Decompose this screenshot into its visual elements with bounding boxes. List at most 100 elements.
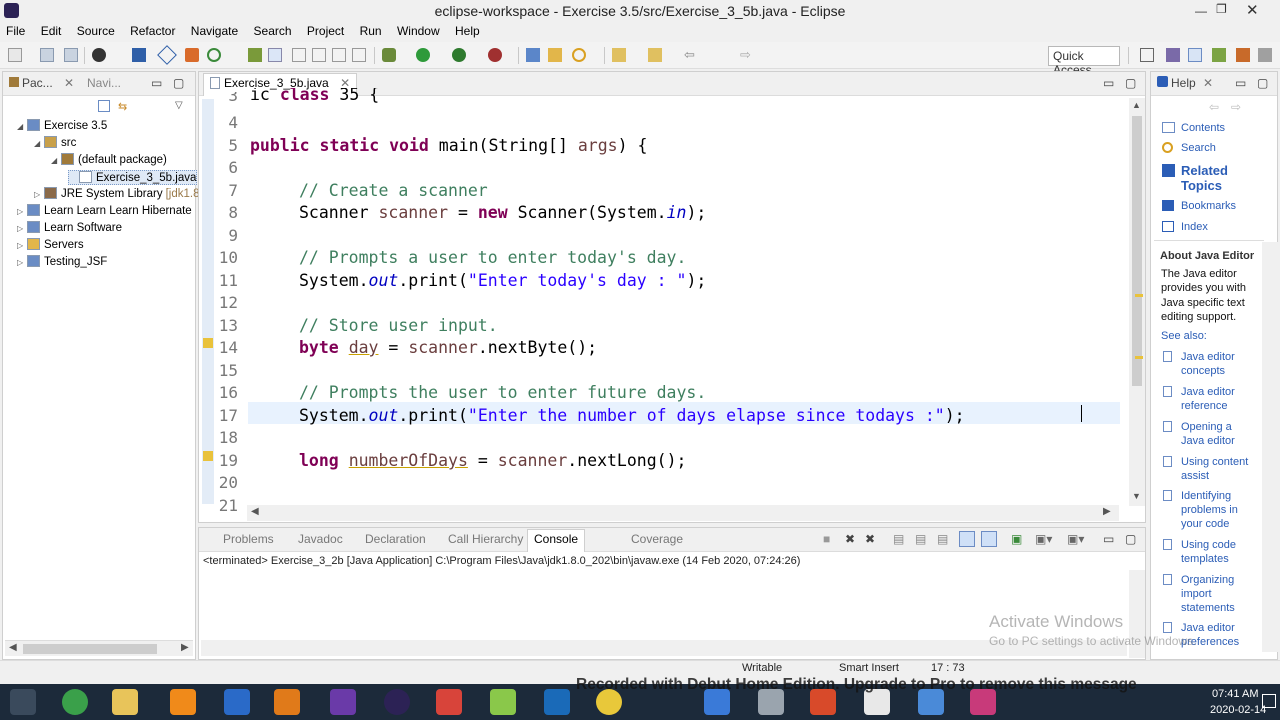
scroll-thumb[interactable] xyxy=(23,644,157,654)
word-wrap-icon[interactable] xyxy=(332,48,346,62)
menu-file[interactable]: File xyxy=(0,22,31,38)
network-icon[interactable] xyxy=(544,689,570,715)
external-tools-icon[interactable] xyxy=(488,48,502,62)
start-icon[interactable] xyxy=(10,689,36,715)
tree-item[interactable]: ▷ Learn Learn Learn Hibernate xyxy=(17,204,192,217)
word-wrap-console-icon[interactable]: ▤ xyxy=(937,532,948,546)
maximize-icon[interactable]: ▢ xyxy=(1257,76,1268,90)
java-perspective-icon[interactable] xyxy=(1188,48,1202,62)
back-icon[interactable]: ⇦ xyxy=(684,48,698,62)
help-see-also-link[interactable]: Java editor concepts xyxy=(1181,350,1257,378)
debug-run-icon[interactable] xyxy=(382,48,396,62)
show-stderr-icon[interactable] xyxy=(981,531,997,547)
tree-item[interactable]: ◢ Exercise 3.5 xyxy=(17,119,107,132)
vertical-scrollbar[interactable] xyxy=(1262,242,1278,652)
java-ee-perspective-icon[interactable] xyxy=(1166,48,1180,62)
menu-edit[interactable]: Edit xyxy=(35,22,68,38)
tree-item[interactable]: ◢ (default package) xyxy=(51,153,167,166)
code-line[interactable]: public static void main(String[] args) { xyxy=(250,135,647,158)
chevron-right-icon[interactable]: ▷ xyxy=(17,258,27,267)
close-icon[interactable]: ✕ xyxy=(64,76,74,90)
clear-console-icon[interactable]: ▤ xyxy=(893,532,904,546)
skip-breakpoints-icon[interactable] xyxy=(157,45,177,65)
horizontal-scrollbar[interactable]: ◀ ▶ xyxy=(247,505,1119,521)
tab-call-hierarchy[interactable]: Call Hierarchy xyxy=(448,532,523,546)
minimize-icon[interactable]: ▭ xyxy=(151,76,162,90)
quick-access-input[interactable]: Quick Access xyxy=(1048,46,1120,77)
notes-icon[interactable] xyxy=(224,689,250,715)
tree-item[interactable]: ◢ src xyxy=(34,136,76,149)
close-icon[interactable]: ✕ xyxy=(1203,76,1213,90)
code-line[interactable]: Scanner scanner = new Scanner(System.in)… xyxy=(299,202,706,225)
code-line[interactable]: // Prompts the user to enter future days… xyxy=(299,382,706,405)
menu-project[interactable]: Project xyxy=(301,22,350,38)
new-server-icon[interactable] xyxy=(526,48,540,62)
forward-icon[interactable]: ⇨ xyxy=(740,48,754,62)
maximize-icon[interactable]: ▢ xyxy=(173,76,184,90)
media-player-icon[interactable] xyxy=(274,689,300,715)
help-link-bookmarks[interactable]: Bookmarks xyxy=(1181,199,1236,213)
tree-item[interactable]: ▷ Learn Software xyxy=(17,221,122,234)
scroll-right-icon[interactable]: ▶ xyxy=(1103,506,1111,517)
chevron-right-icon[interactable]: ▷ xyxy=(17,207,27,216)
tab-help[interactable]: Help ✕ xyxy=(1157,76,1213,90)
tree-item[interactable]: ▷ JRE System Library [jdk1.8.0 xyxy=(34,187,209,200)
debug-icon[interactable] xyxy=(92,48,106,62)
help-link-related-topics[interactable]: Related Topics xyxy=(1181,163,1241,193)
notification-icon[interactable] xyxy=(1262,694,1276,708)
tab-navigator[interactable]: Navi... xyxy=(87,76,121,90)
file-explorer-icon[interactable] xyxy=(112,689,138,715)
help-see-also-link[interactable]: Opening a Java editor xyxy=(1181,420,1257,448)
minimize-icon[interactable]: ▭ xyxy=(1235,76,1246,90)
collapse-all-icon[interactable] xyxy=(98,100,110,112)
tree-item[interactable]: ▷ Servers xyxy=(17,238,84,251)
menu-run[interactable]: Run xyxy=(354,22,388,38)
tab-javadoc[interactable]: Javadoc xyxy=(298,532,343,546)
menu-source[interactable]: Source xyxy=(71,22,121,38)
close-icon[interactable]: ✕ xyxy=(1246,1,1266,19)
mark-occurrences-icon[interactable] xyxy=(268,48,282,62)
scroll-right-icon[interactable]: ▶ xyxy=(181,642,189,653)
code-line[interactable]: byte day = scanner.nextByte(); xyxy=(299,337,597,360)
code-line[interactable]: // Store user input. xyxy=(299,315,498,338)
forward-icon[interactable]: ⇨ xyxy=(1231,100,1241,114)
visual-studio-icon[interactable] xyxy=(330,689,356,715)
tab-coverage[interactable]: Coverage xyxy=(631,532,683,546)
menu-help[interactable]: Help xyxy=(449,22,486,38)
taskbar-date[interactable]: 2020-02-14 xyxy=(1210,704,1266,716)
menu-search[interactable]: Search xyxy=(248,22,298,38)
display-console-icon[interactable]: ▣▾ xyxy=(1035,532,1052,546)
view-menu-icon[interactable]: ▽ xyxy=(175,100,185,111)
maximize-icon[interactable]: ❐ xyxy=(1216,2,1230,16)
minimize-icon[interactable]: ▭ xyxy=(1103,76,1114,90)
chrome-alt-icon[interactable] xyxy=(62,689,88,715)
maximize-icon[interactable]: ▢ xyxy=(1125,532,1136,546)
eclipse-icon[interactable] xyxy=(384,689,410,715)
notepad-plus-icon[interactable] xyxy=(490,689,516,715)
menu-refactor[interactable]: Refactor xyxy=(124,22,181,38)
terminal-icon[interactable] xyxy=(132,48,146,62)
help-see-also-link[interactable]: Java editor reference xyxy=(1181,385,1257,413)
terminate-icon[interactable]: ■ xyxy=(823,532,830,546)
chevron-down-icon[interactable]: ◢ xyxy=(34,139,44,148)
code-line[interactable]: System.out.print("Enter the number of da… xyxy=(299,405,965,428)
debug-perspective-icon[interactable] xyxy=(1212,48,1226,62)
coverage-icon[interactable] xyxy=(452,48,466,62)
open-perspective-icon[interactable] xyxy=(1140,48,1154,62)
save-all-icon[interactable] xyxy=(64,48,78,62)
tree-item[interactable]: ▷ Testing_JSF xyxy=(17,255,107,268)
scroll-lock-icon[interactable]: ▤ xyxy=(915,532,926,546)
new-java-project-icon[interactable] xyxy=(185,48,199,62)
scroll-thumb[interactable] xyxy=(1132,116,1142,386)
help-see-also-link[interactable]: Using content assist xyxy=(1181,455,1257,483)
tree-item[interactable]: Exercise_3_5b.java xyxy=(68,170,198,185)
minimize-icon[interactable]: — xyxy=(1195,4,1209,18)
pin-console-icon[interactable]: ▣ xyxy=(1011,532,1022,546)
code-line[interactable]: ic class 35 { xyxy=(250,88,379,106)
refresh-icon[interactable] xyxy=(207,48,221,62)
open-type-icon[interactable] xyxy=(248,48,262,62)
team-perspective-icon[interactable] xyxy=(1236,48,1250,62)
code-line[interactable]: System.out.print("Enter today's day : ")… xyxy=(299,270,706,293)
tab-problems[interactable]: Problems xyxy=(223,532,274,546)
run-icon[interactable] xyxy=(416,48,430,62)
